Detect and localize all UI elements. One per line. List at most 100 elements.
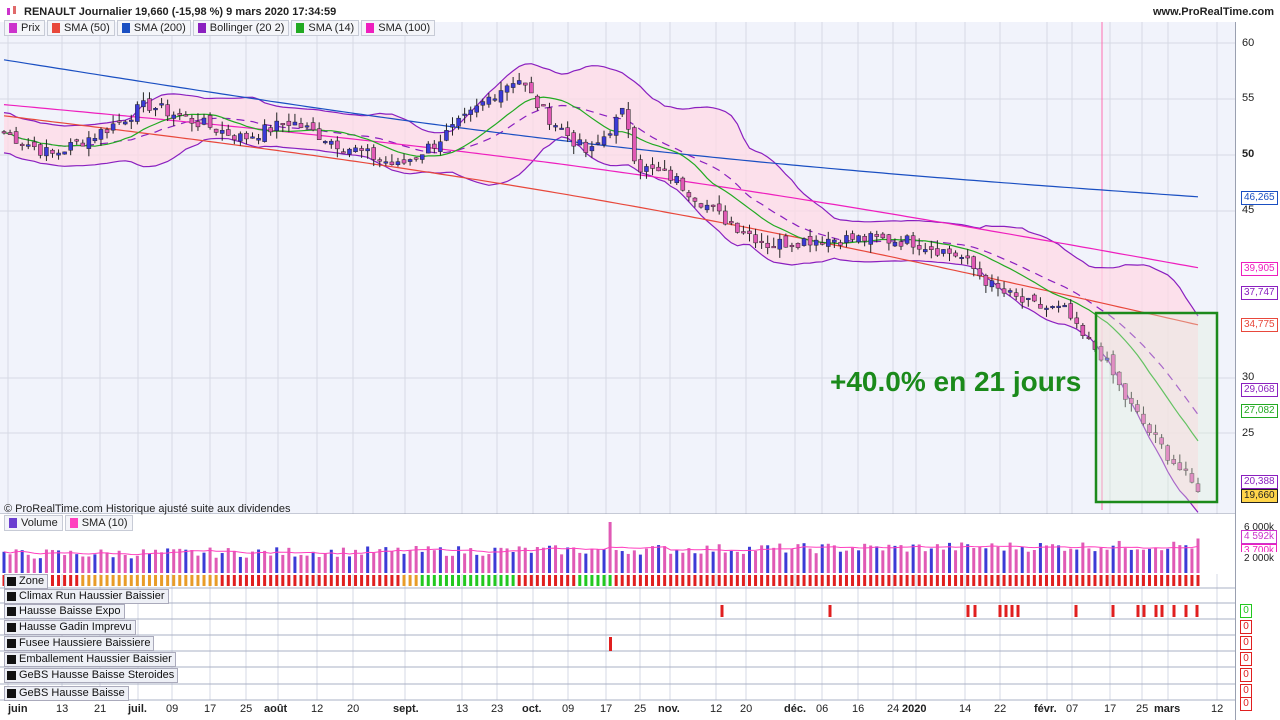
volume-bar	[1178, 545, 1182, 573]
legend-sma50[interactable]: SMA (50)	[46, 20, 115, 36]
zone-mark	[832, 575, 836, 586]
zone-mark	[747, 575, 751, 586]
volume-bar	[905, 551, 909, 573]
zone-mark	[572, 575, 576, 586]
volume-bar	[1141, 549, 1145, 573]
volume-bar	[602, 549, 606, 573]
signal-mark	[1016, 605, 1020, 617]
zone-mark	[844, 575, 848, 586]
zone-mark	[1105, 575, 1109, 586]
candle-up	[674, 176, 680, 184]
zone-mark	[808, 575, 812, 586]
legend-sma100[interactable]: SMA (100)	[361, 20, 436, 36]
volume-bar	[954, 550, 958, 573]
zone-mark	[766, 575, 770, 586]
time-axis-label: sept.	[393, 703, 419, 715]
indicator-fusee[interactable]: Fusee Haussiere Baissiere	[4, 636, 155, 651]
zone-mark	[972, 575, 976, 586]
volume-bar	[232, 550, 236, 573]
candle-down	[747, 230, 752, 234]
candle-up	[262, 124, 267, 142]
volume-bar	[935, 544, 939, 573]
volume-bar	[1087, 548, 1091, 573]
signal-mark	[1195, 605, 1199, 617]
candle-down	[759, 240, 764, 243]
candle-down	[735, 222, 740, 233]
volume-bar	[123, 554, 127, 573]
zone-mark	[275, 575, 279, 586]
zone-mark	[681, 575, 685, 586]
zone-mark	[1032, 575, 1036, 586]
candle-down	[947, 248, 952, 254]
candle-down	[583, 141, 589, 153]
candle-down	[432, 143, 437, 149]
indicator-color-box	[7, 623, 16, 632]
time-axis-label: 16	[852, 703, 865, 715]
indicator-gebs-steroides[interactable]: GeBS Hausse Baisse Steroides	[4, 668, 179, 683]
legend-sma200[interactable]: SMA (200)	[116, 20, 191, 36]
volume-bar	[735, 551, 739, 573]
zone-mark	[899, 575, 903, 586]
volume-bar	[1093, 551, 1097, 573]
zone-mark	[929, 575, 933, 586]
volume-bar	[269, 555, 273, 573]
indicator-hausse-gadin[interactable]: Hausse Gadin Imprevu	[4, 620, 136, 635]
signal-mark	[1142, 605, 1146, 617]
candle-up	[468, 109, 473, 115]
candle-up	[595, 142, 601, 145]
candle-up	[129, 119, 134, 122]
candle-up	[86, 137, 92, 149]
volume-bar	[287, 547, 291, 573]
candle-down	[838, 242, 843, 246]
time-axis-label: 14	[959, 703, 972, 715]
candle-up	[856, 235, 861, 243]
volume-bar	[784, 552, 788, 573]
legend-price[interactable]: Prix	[4, 20, 45, 36]
legend-volume-sma10[interactable]: SMA (10)	[64, 515, 133, 531]
candle-up	[98, 129, 104, 140]
zone-mark	[69, 575, 73, 586]
volume-bar	[323, 553, 327, 573]
zone-mark	[796, 575, 800, 586]
legend-volume[interactable]: Volume	[4, 515, 63, 531]
volume-bar	[335, 556, 339, 573]
volume-bar	[675, 549, 679, 573]
legend-label: Prix	[21, 22, 40, 34]
candle-down	[795, 243, 801, 248]
volume-bar	[814, 553, 818, 573]
candle-up	[704, 204, 710, 211]
volume-bar	[196, 555, 200, 573]
volume-bar	[663, 546, 667, 573]
indicator-gebs[interactable]: GeBS Hausse Baisse	[4, 686, 129, 701]
volume-bar	[190, 550, 194, 573]
volume-bar	[644, 548, 648, 573]
time-axis-label: 2020	[902, 703, 927, 715]
indicator-climax-run[interactable]: Climax Run Haussier Baissier	[4, 589, 169, 604]
volume-bar	[717, 544, 721, 573]
chart-type-icon[interactable]	[6, 5, 18, 17]
indicator-emballement[interactable]: Emballement Haussier Baissier	[4, 652, 176, 667]
legend-swatch	[121, 23, 130, 33]
indicator-zone[interactable]: Zone	[4, 574, 49, 589]
brand-link[interactable]: www.ProRealTime.com	[1153, 6, 1274, 18]
candle-down	[244, 132, 249, 140]
volume-bar	[523, 547, 527, 573]
candle-up	[832, 239, 837, 243]
zone-mark	[893, 575, 897, 586]
volume-bar	[432, 550, 436, 573]
volume-bar	[208, 547, 212, 573]
volume-bar	[966, 544, 970, 573]
volume-bar	[275, 547, 279, 573]
candle-up	[559, 127, 564, 130]
volume-bar	[14, 549, 18, 573]
volume-bar	[560, 554, 564, 573]
candle-down	[983, 275, 989, 286]
legend-sma14[interactable]: SMA (14)	[291, 20, 360, 36]
legend-bollinger[interactable]: Bollinger (20 2)	[192, 20, 290, 36]
volume-bar	[426, 546, 430, 573]
volume-bar	[857, 550, 861, 573]
volume-bar	[535, 547, 539, 573]
candle-down	[874, 234, 880, 237]
indicator-hausse-baisse-expo[interactable]: Hausse Baisse Expo	[4, 604, 125, 619]
zone-mark	[978, 575, 982, 586]
